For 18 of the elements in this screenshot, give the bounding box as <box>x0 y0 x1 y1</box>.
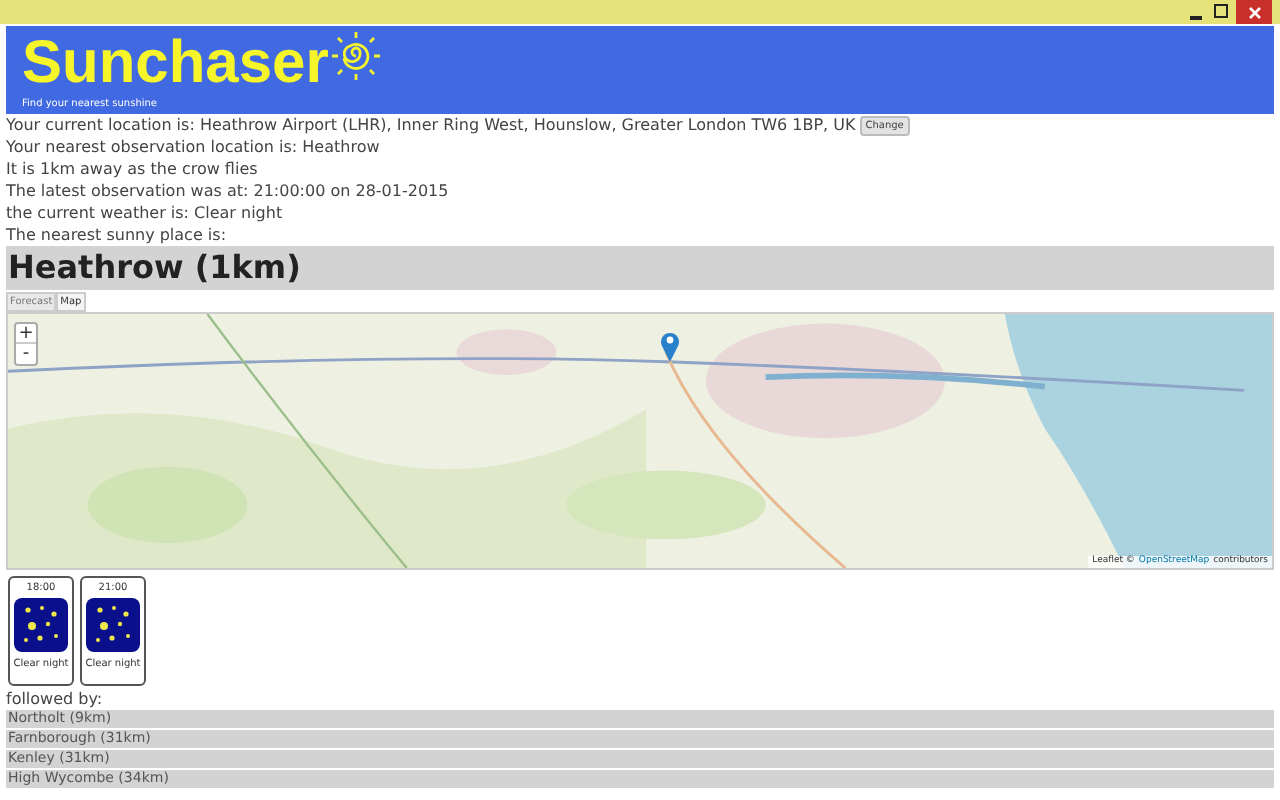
close-icon <box>1247 5 1261 19</box>
starry-night-icon <box>14 598 68 652</box>
followed-label: followed by: <box>4 690 105 710</box>
info-text: The latest observation was at: 21:00:00 on 28-01-2015 <box>6 180 451 202</box>
zoom-in-button[interactable]: + <box>16 324 36 344</box>
starry-night-icon <box>86 598 140 652</box>
info-text: It is 1km away as the crow flies <box>6 158 260 180</box>
info-text: The nearest sunny place is: <box>6 224 229 246</box>
app-title: Sunchaser <box>22 32 329 96</box>
map-marker-icon[interactable] <box>660 330 680 362</box>
sun-icon <box>330 30 383 82</box>
info-text: the current weather is: Clear night <box>6 202 285 224</box>
maximize-icon[interactable] <box>1214 4 1228 18</box>
close-button[interactable] <box>1236 0 1272 24</box>
location-text: Your current location is: Heathrow Airport (LHR), Inner Ring West, Hounslow, Greater London TW6 1BP, UK <box>6 114 856 136</box>
place-heading: Heathrow (1km) <box>6 246 1274 290</box>
zoom-out-button[interactable]: - <box>16 344 36 364</box>
info-text: Your nearest observation location is: Heathrow <box>6 136 382 158</box>
